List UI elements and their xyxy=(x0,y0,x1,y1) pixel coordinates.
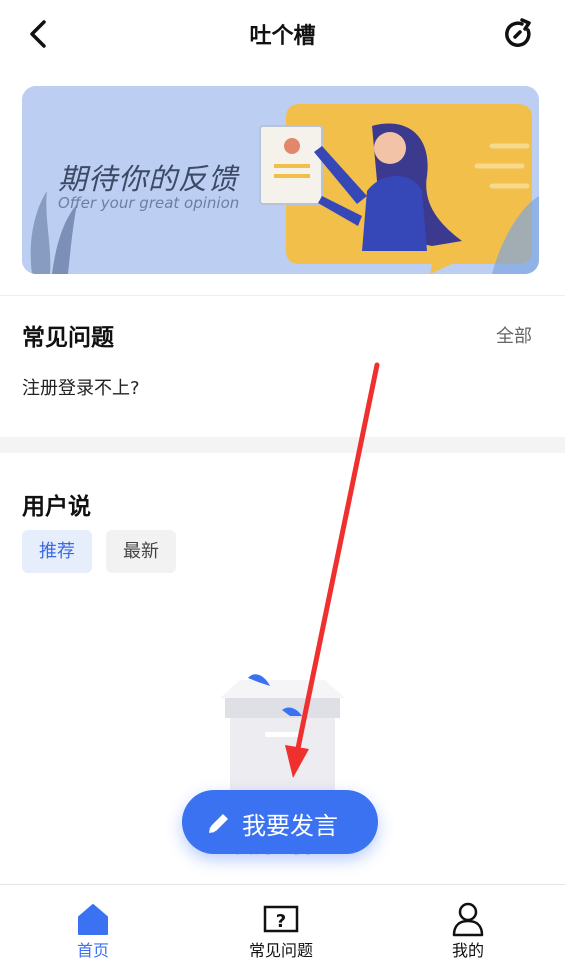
refresh-button[interactable] xyxy=(500,16,536,52)
nav-faq[interactable]: ? 常见问题 xyxy=(221,885,341,977)
page-title: 吐个槽 xyxy=(249,24,316,49)
post-comment-label: 我要发言 xyxy=(242,812,338,840)
nav-me[interactable]: 我的 xyxy=(408,885,528,977)
pencil-icon xyxy=(209,814,228,833)
user-say-title: 用户说 xyxy=(22,494,91,520)
faq-all-link[interactable]: 全部 xyxy=(496,322,532,348)
nav-home-label: 首页 xyxy=(76,941,109,960)
home-icon xyxy=(78,904,108,935)
header-bar: 吐个槽 xyxy=(0,0,565,68)
banner-title: 期待你的反馈 xyxy=(58,162,239,196)
svg-text:?: ? xyxy=(276,911,286,932)
refresh-icon xyxy=(505,18,531,47)
divider xyxy=(0,295,565,296)
feedback-banner: 期待你的反馈 Offer your great opinion xyxy=(22,86,539,274)
faq-section-title: 常见问题 xyxy=(22,325,114,351)
section-gap xyxy=(0,437,565,453)
post-comment-button[interactable]: 我要发言 xyxy=(182,790,378,854)
tab-latest[interactable]: 最新 xyxy=(106,530,176,573)
banner-subtitle: Offer your great opinion xyxy=(58,194,240,212)
nav-faq-label: 常见问题 xyxy=(248,941,313,960)
user-icon xyxy=(452,902,484,937)
bottom-nav: 首页 ? 常见问题 我的 xyxy=(0,884,565,977)
nav-home[interactable]: 首页 xyxy=(33,885,153,977)
question-icon: ? xyxy=(263,905,299,933)
nav-me-label: 我的 xyxy=(451,941,484,960)
faq-item[interactable]: 注册登录不上? xyxy=(22,374,140,400)
tab-recommended[interactable]: 推荐 xyxy=(22,530,92,573)
empty-box-illustration xyxy=(220,674,345,790)
